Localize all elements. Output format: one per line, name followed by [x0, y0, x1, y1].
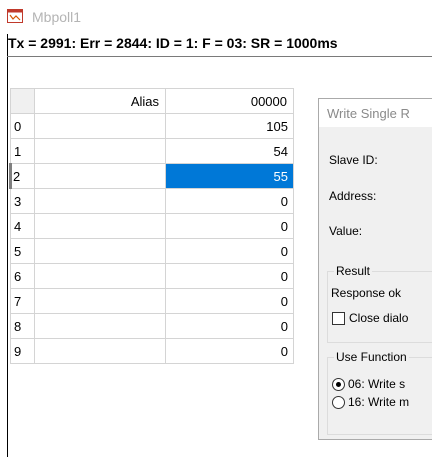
function-06-label[interactable]: 06: Write s	[348, 377, 405, 391]
value-cell[interactable]: 0	[165, 188, 294, 214]
table-row: 3 0	[10, 188, 294, 214]
row-header[interactable]: 1	[10, 138, 35, 164]
value-cell-selected[interactable]: 55	[165, 163, 294, 189]
address-label: Address:	[329, 189, 377, 203]
alias-cell[interactable]	[34, 338, 166, 364]
value-label: Value:	[329, 224, 363, 238]
window-title: Mbpoll1	[32, 9, 82, 25]
address-column-header[interactable]: 00000	[165, 88, 294, 114]
alias-cell[interactable]	[34, 138, 166, 164]
result-group: Result Response ok Close dialo	[327, 264, 432, 343]
slave-id-label: Slave ID:	[329, 153, 378, 167]
row-header[interactable]: 0	[10, 113, 35, 139]
table-row: 6 0	[10, 263, 294, 289]
alias-cell[interactable]	[34, 113, 166, 139]
value-cell[interactable]: 0	[165, 213, 294, 239]
row-header[interactable]: 9	[10, 338, 35, 364]
value-cell[interactable]: 0	[165, 263, 294, 289]
table-row: 1 54	[10, 138, 294, 164]
function-06-radio[interactable]	[332, 378, 345, 391]
value-cell[interactable]: 0	[165, 338, 294, 364]
function-16-label[interactable]: 16: Write m	[348, 395, 409, 409]
alias-cell[interactable]	[34, 163, 166, 189]
alias-cell[interactable]	[34, 213, 166, 239]
dialog-title: Write Single R	[327, 106, 410, 121]
use-function-group-title: Use Function	[334, 350, 409, 364]
table-row-selected: 2 55	[9, 163, 294, 189]
row-header[interactable]: 4	[10, 213, 35, 239]
radio-selected-dot	[336, 382, 341, 387]
alias-cell[interactable]	[34, 263, 166, 289]
poll-status-line: Tx = 2991: Err = 2844: ID = 1: F = 03: S…	[8, 35, 338, 51]
row-header[interactable]: 6	[10, 263, 35, 289]
alias-cell[interactable]	[34, 288, 166, 314]
dialog-titlebar[interactable]: Write Single R	[319, 99, 432, 127]
use-function-group: Use Function 06: Write s 16: Write m	[327, 350, 432, 435]
table-header-row: Alias 00000	[10, 88, 294, 114]
mbpoll-app-icon	[7, 9, 23, 23]
row-header[interactable]: 5	[10, 238, 35, 264]
table-row: 0 105	[10, 113, 294, 139]
table-row: 9 0	[10, 338, 294, 364]
window-titlebar[interactable]: Mbpoll1	[0, 0, 432, 34]
close-dialog-label[interactable]: Close dialo	[349, 311, 408, 325]
status-divider	[7, 56, 432, 57]
result-group-title: Result	[334, 264, 373, 278]
alias-cell[interactable]	[34, 188, 166, 214]
register-table: Alias 00000 0 105 1 54 2 55 3 0 4 0 5 0 …	[9, 88, 294, 364]
write-single-register-dialog: Write Single R Slave ID: Address: Value:…	[318, 98, 432, 440]
value-cell[interactable]: 0	[165, 288, 294, 314]
alias-column-header[interactable]: Alias	[34, 88, 166, 114]
alias-cell[interactable]	[34, 238, 166, 264]
alias-cell[interactable]	[34, 313, 166, 339]
value-cell[interactable]: 0	[165, 313, 294, 339]
corner-header[interactable]	[10, 88, 35, 114]
row-header[interactable]: 3	[10, 188, 35, 214]
row-header[interactable]: 7	[10, 288, 35, 314]
close-dialog-checkbox[interactable]	[332, 312, 345, 325]
value-cell[interactable]: 54	[165, 138, 294, 164]
value-cell[interactable]: 105	[165, 113, 294, 139]
row-header[interactable]: 8	[10, 313, 35, 339]
table-row: 4 0	[10, 213, 294, 239]
row-header[interactable]: 2	[9, 163, 35, 189]
value-cell[interactable]: 0	[165, 238, 294, 264]
table-row: 7 0	[10, 288, 294, 314]
table-row: 5 0	[10, 238, 294, 264]
response-status-text: Response ok	[331, 286, 402, 300]
table-row: 8 0	[10, 313, 294, 339]
function-16-radio[interactable]	[332, 396, 345, 409]
